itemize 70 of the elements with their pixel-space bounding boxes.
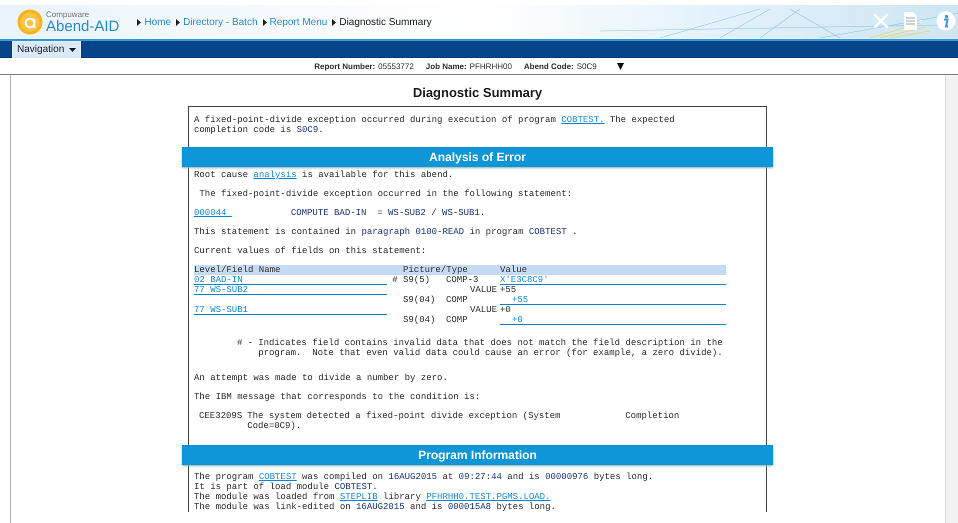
link[interactable]: COBTEST (258, 472, 297, 482)
field-name-link[interactable]: 77 WS-SUB1 (194, 305, 387, 315)
breadcrumb-arrow-icon (176, 18, 180, 26)
link[interactable]: STEPLIB (340, 492, 378, 502)
note-marker: # - (237, 338, 254, 350)
link[interactable]: 000044 (194, 208, 232, 218)
table-cell-text: VALUE (468, 305, 498, 315)
scrollbar[interactable] (945, 75, 958, 523)
table-cell: X'E3C8C9' (500, 275, 726, 285)
section-header: Program Information (182, 445, 773, 465)
dropdown-caret-icon[interactable] (616, 62, 624, 70)
table-cell-text: VALUE (468, 285, 498, 295)
caret-icon (69, 48, 76, 52)
breadcrumb: Diagnostic Summary (339, 16, 432, 28)
breadcrumb[interactable]: Home (144, 16, 172, 28)
message-text: The IBM message that corresponds to the condition is: (194, 392, 482, 402)
table-cell: +55 (500, 295, 726, 305)
table-cell: +0 (500, 315, 726, 325)
column-header: Value (500, 265, 528, 275)
logo-icon (17, 9, 43, 35)
invalid-marker: # (392, 275, 398, 285)
statement-text: The fixed-point-divide exception occurred in the following statement: (198, 189, 574, 199)
link[interactable]: analysis (253, 170, 297, 180)
info-icon[interactable] (936, 11, 956, 31)
table-cell-text: COMP (446, 315, 469, 325)
statement-text: This statement is contained in paragraph 0100-READ in program COBTEST . (194, 227, 578, 237)
statement-text: Root cause analysis is available for this abend. (194, 170, 454, 180)
field-name-link[interactable]: 77 WS-SUB2 (194, 285, 387, 295)
info-label: Report Number: (314, 62, 376, 70)
intro-text: A fixed-point-divide exception occurred during execution of program COBTEST. The expected completion code is S0C9. (194, 115, 676, 135)
program-info-text: The program COBTEST was compiled on 16AUG2015 at 09:27:44 and is 00000976 bytes long. (194, 472, 654, 482)
info-label: Job Name: (426, 62, 467, 70)
field-name-link[interactable]: 02 BAD-IN (194, 275, 387, 285)
statement-text: 000044 COMPUTE BAD-IN = WS-SUB2 / WS-SUB1. (194, 208, 486, 218)
statement-text: Current values of fields on this statement: (194, 246, 428, 256)
table-cell-text: COMP (446, 295, 469, 305)
program-info-text: The module was link-edited on 16AUG2015 and is 000015A8 bytes long. (194, 502, 557, 512)
message-code: CEE3209S (199, 411, 242, 423)
page-title: Diagnostic Summary (412, 85, 542, 100)
link[interactable]: PFHRHH0.TEST.PGMS.LOAD. (426, 492, 550, 502)
report-menu-icon[interactable] (902, 11, 924, 31)
breadcrumb[interactable]: Directory - Batch (183, 16, 258, 28)
section-header: Analysis of Error (182, 147, 773, 167)
program-info-text: It is part of load module COBTEST. (194, 482, 379, 492)
info-value: 05553772 (378, 62, 414, 70)
info-label: Abend Code: (524, 62, 574, 70)
note-text: Indicates field contains invalid data that does not match the field description in the (258, 338, 723, 348)
info-value: PFHRHH00 (470, 62, 512, 70)
navigation-menu-button[interactable]: Navigation (12, 41, 82, 58)
note-text: program. Note that even valid data could cause an error (for example, a zero divide). (258, 348, 723, 358)
table-cell-text: +0 (500, 305, 512, 315)
brand-name: Compuware (46, 10, 90, 18)
breadcrumb-arrow-icon (332, 18, 336, 26)
table-cell-text: COMP-3 (446, 275, 480, 285)
column-header: Picture/Type (403, 265, 469, 275)
breadcrumb-arrow-icon (262, 18, 267, 26)
breadcrumb[interactable]: Report Menu (270, 16, 328, 28)
message-text: The system detected a fixed-point divide exception (System Completion (247, 411, 680, 421)
program-info-text: The module was loaded from STEPLIB library PFHRHH0.TEST.PGMS.LOAD. (194, 492, 552, 502)
breadcrumb-arrow-icon (137, 18, 142, 26)
column-header: Level/Field Name (194, 265, 282, 275)
message-text: Code=0C9). (247, 421, 302, 431)
info-value: S0C9 (576, 62, 597, 70)
product-name: Abend-AID (46, 18, 120, 34)
table-cell-text: S9(5) (403, 275, 432, 285)
link[interactable]: COBTEST. (561, 115, 604, 125)
table-cell-text: S9(04) (403, 295, 436, 305)
table-cell-text: +55 (500, 285, 518, 295)
table-cell-text: S9(04) (403, 315, 436, 325)
message-text: An attempt was made to divide a number by zero. (194, 373, 449, 383)
